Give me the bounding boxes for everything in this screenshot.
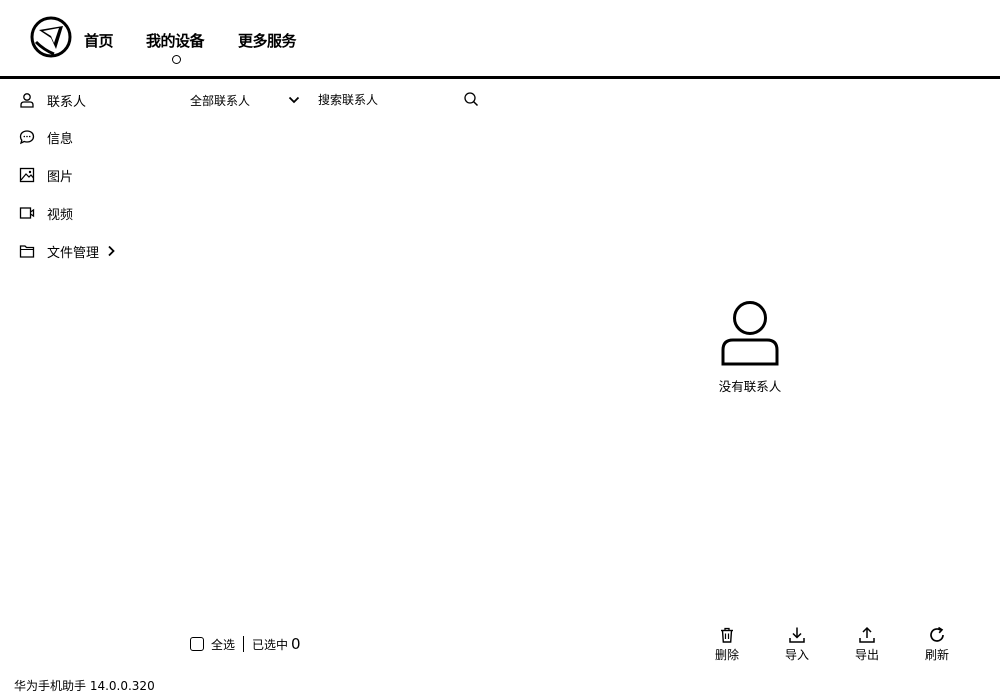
selection-divider [243, 636, 245, 652]
app-logo-icon [30, 16, 72, 58]
sidebar-item-contacts[interactable]: 联系人 [18, 88, 86, 112]
tab-more-services[interactable]: 更多服务 [238, 30, 297, 51]
image-icon [18, 166, 36, 184]
refresh-button[interactable]: 刷新 [917, 626, 957, 663]
select-all-label[interactable]: 全选 [211, 636, 235, 653]
sidebar-item-videos[interactable]: 视频 [18, 201, 73, 225]
sidebar-item-label: 信息 [47, 131, 74, 147]
download-icon [788, 626, 806, 644]
delete-button[interactable]: 删除 [707, 626, 747, 663]
import-label: 导入 [784, 648, 809, 662]
search-box [318, 89, 482, 111]
sidebar-item-label: 图片 [47, 169, 74, 185]
header-divider [0, 76, 1000, 79]
sidebar-item-file-manager[interactable]: 文件管理 [18, 239, 118, 263]
app-header: 首页 我的设备 更多服务 [0, 0, 1000, 79]
upload-icon [858, 626, 876, 644]
sidebar-item-pictures[interactable]: 图片 [18, 163, 73, 187]
selected-count: 0 [291, 635, 301, 653]
select-all-checkbox[interactable] [190, 637, 204, 651]
sidebar-item-label: 联系人 [47, 94, 87, 110]
video-icon [18, 204, 36, 222]
tab-home[interactable]: 首页 [84, 30, 114, 51]
export-label: 导出 [854, 648, 879, 662]
delete-label: 删除 [714, 648, 739, 662]
refresh-icon [928, 626, 946, 644]
contact-filter-dropdown[interactable]: 全部联系人 [190, 89, 300, 111]
trash-icon [718, 626, 736, 644]
refresh-label: 刷新 [924, 648, 949, 662]
chevron-right-icon [106, 244, 118, 258]
search-input[interactable] [318, 93, 458, 107]
empty-contacts-person-icon [719, 300, 781, 366]
selected-label: 已选中 [252, 637, 289, 652]
chat-bubble-icon [18, 128, 36, 146]
chevron-down-icon [287, 93, 301, 107]
search-icon[interactable] [463, 91, 479, 107]
export-button[interactable]: 导出 [847, 626, 887, 663]
app-version: 华为手机助手 14.0.0.320 [14, 679, 155, 693]
tab-my-devices[interactable]: 我的设备 [146, 30, 205, 51]
sidebar-item-messages[interactable]: 信息 [18, 125, 73, 149]
sidebar-item-label: 文件管理 [47, 245, 100, 261]
folder-icon [18, 242, 36, 260]
sidebar-item-label: 视频 [47, 207, 74, 223]
person-icon [18, 91, 36, 109]
import-button[interactable]: 导入 [777, 626, 817, 663]
filter-label: 全部联系人 [190, 93, 251, 108]
empty-state-text: 没有联系人 [718, 379, 782, 394]
active-tab-indicator [172, 55, 181, 64]
selection-bar: 全选 已选中 0 [190, 634, 301, 654]
